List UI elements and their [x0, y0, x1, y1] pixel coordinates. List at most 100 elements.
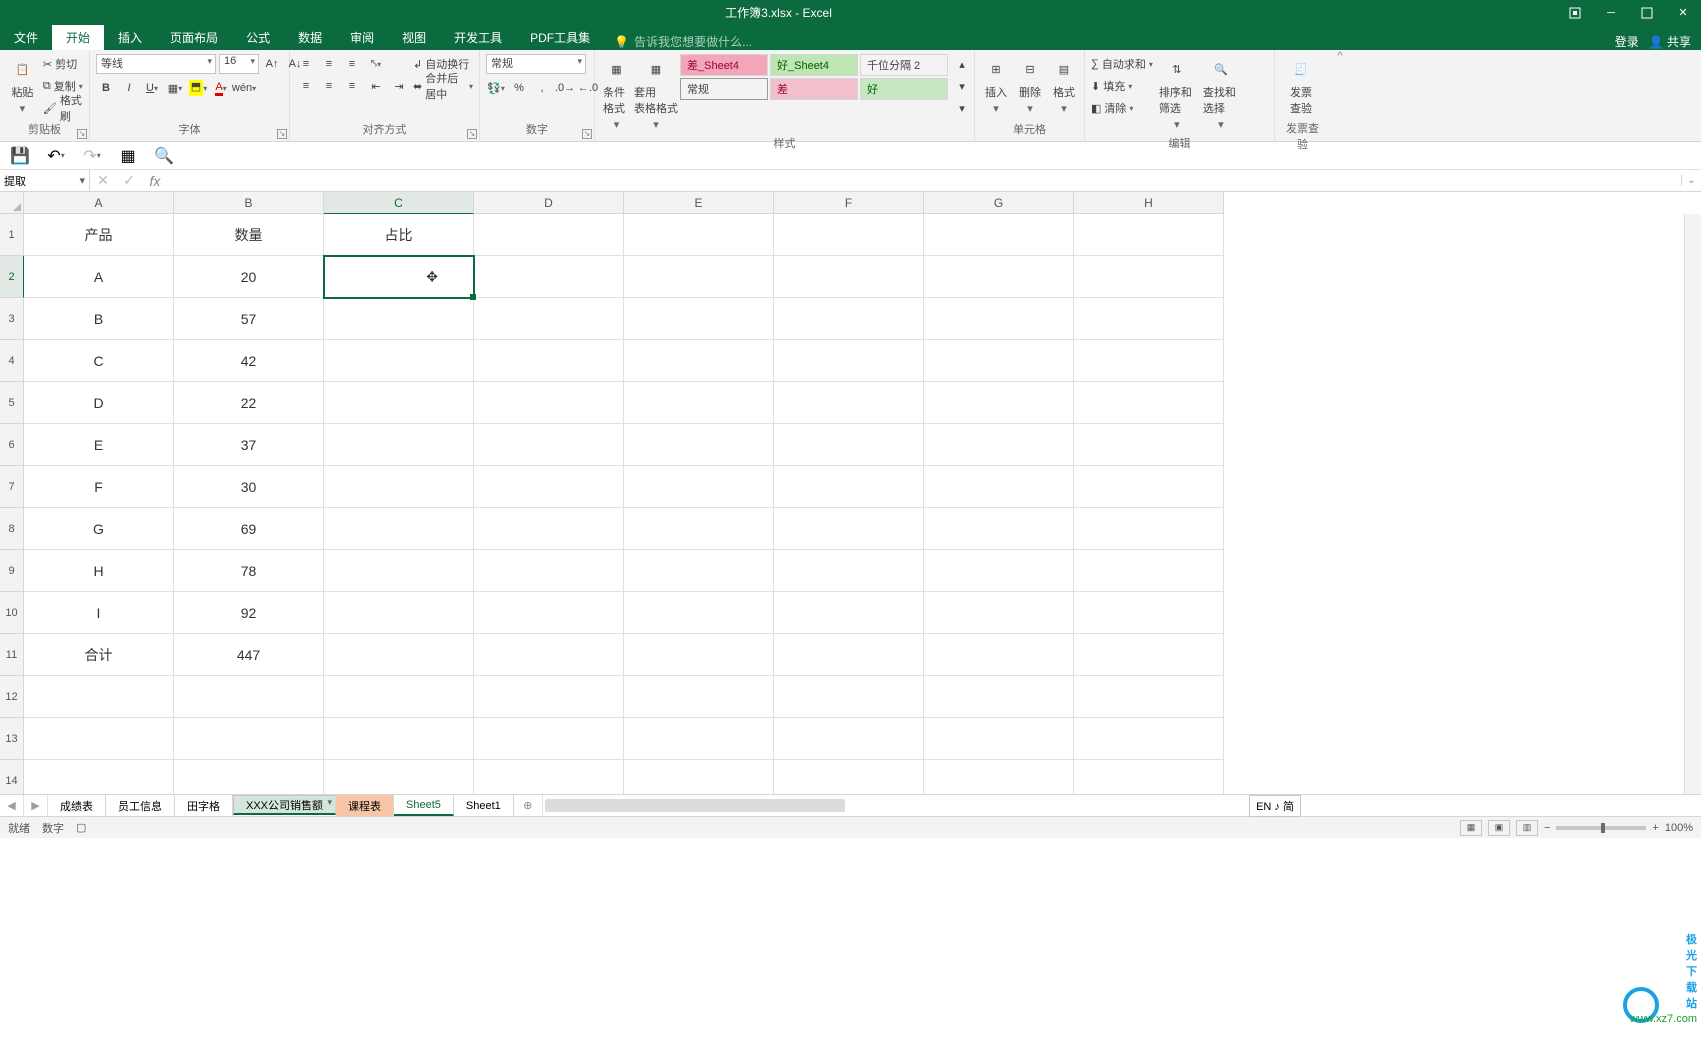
chevron-down-icon[interactable]: ▾ [79, 174, 85, 187]
cell[interactable]: 57 [174, 298, 324, 340]
tab-devtools[interactable]: 开发工具 [440, 25, 516, 50]
cell[interactable] [1074, 256, 1224, 298]
cell[interactable] [924, 256, 1074, 298]
row-header[interactable]: 13 [0, 718, 24, 760]
autosum-button[interactable]: ∑自动求和▾ [1091, 54, 1153, 74]
gallery-up-icon[interactable]: ▴ [952, 54, 972, 74]
name-box[interactable]: 提取▾ [0, 170, 90, 192]
column-header[interactable]: B [174, 192, 324, 214]
align-left-icon[interactable]: ≡ [296, 76, 316, 96]
invoice-check-button[interactable]: 🧾发票 查验 [1281, 54, 1321, 118]
cell[interactable] [324, 340, 474, 382]
sheet-tab[interactable]: 课程表 [336, 795, 394, 816]
cell[interactable] [624, 256, 774, 298]
cell[interactable] [624, 298, 774, 340]
increase-font-icon[interactable]: A↑ [262, 54, 282, 74]
cell[interactable] [624, 550, 774, 592]
cell[interactable] [1074, 340, 1224, 382]
zoom-level[interactable]: 100% [1665, 822, 1693, 834]
cell[interactable] [774, 466, 924, 508]
cell[interactable] [324, 592, 474, 634]
save-button[interactable]: 💾 [10, 146, 30, 166]
number-format-select[interactable]: 常规 [486, 54, 586, 74]
cell[interactable] [624, 634, 774, 676]
sheet-nav-next[interactable]: ▶ [24, 795, 48, 816]
horizontal-scrollbar[interactable]: EN ♪ 简 [542, 795, 1701, 816]
cell[interactable] [624, 592, 774, 634]
increase-indent-icon[interactable]: ⇥ [389, 76, 409, 96]
tab-data[interactable]: 数据 [284, 25, 336, 50]
sheet-tab[interactable]: XXX公司销售额 [233, 795, 336, 815]
cell[interactable] [324, 634, 474, 676]
cell[interactable] [774, 214, 924, 256]
cell[interactable] [774, 718, 924, 760]
align-center-icon[interactable]: ≡ [319, 76, 339, 96]
cell[interactable] [174, 676, 324, 718]
style-cell[interactable]: 千位分隔 2 [860, 54, 948, 76]
sheet-tab[interactable]: 成绩表 [48, 795, 106, 816]
spreadsheet-grid[interactable]: ABCDEFGH1产品数量占比2A20✥3B574C425D226E377F30… [0, 192, 1701, 794]
cell[interactable] [474, 382, 624, 424]
sheet-tab[interactable]: Sheet5 [394, 795, 454, 816]
column-header[interactable]: D [474, 192, 624, 214]
cut-button[interactable]: ✂剪切 [43, 54, 83, 74]
row-header[interactable]: 7 [0, 466, 24, 508]
cell[interactable] [324, 676, 474, 718]
expand-formula-icon[interactable]: ⌄ [1681, 175, 1701, 186]
redo-button[interactable]: ↷▾ [82, 146, 102, 166]
cell[interactable] [774, 382, 924, 424]
dialog-launcher-icon[interactable]: ↘ [77, 129, 87, 139]
align-bottom-icon[interactable]: ≡ [342, 54, 362, 74]
column-header[interactable]: E [624, 192, 774, 214]
select-all-corner[interactable] [0, 192, 24, 214]
cell[interactable]: G [24, 508, 174, 550]
border-button[interactable]: ▦▾ [165, 78, 185, 98]
row-header[interactable]: 1 [0, 214, 24, 256]
column-header[interactable]: G [924, 192, 1074, 214]
cell[interactable] [1074, 634, 1224, 676]
cell[interactable] [474, 508, 624, 550]
table-format-button[interactable]: ▦套用 表格格式▾ [636, 54, 676, 133]
row-header[interactable]: 6 [0, 424, 24, 466]
tab-pdf[interactable]: PDF工具集 [516, 25, 604, 50]
tab-layout[interactable]: 页面布局 [156, 25, 232, 50]
cell[interactable]: 69 [174, 508, 324, 550]
fill-color-button[interactable]: ⬒▾ [188, 78, 208, 98]
style-cell[interactable]: 差_Sheet4 [680, 54, 768, 76]
cell[interactable] [174, 718, 324, 760]
cell[interactable] [174, 760, 324, 794]
cell[interactable] [774, 298, 924, 340]
comma-format-icon[interactable]: , [532, 78, 552, 98]
row-header[interactable]: 8 [0, 508, 24, 550]
sheet-nav-prev[interactable]: ◀ [0, 795, 24, 816]
cell[interactable] [924, 760, 1074, 794]
gallery-down-icon[interactable]: ▾ [952, 76, 972, 96]
insert-cells-button[interactable]: ⊞插入▾ [981, 54, 1011, 117]
cell[interactable] [474, 298, 624, 340]
merge-center-button[interactable]: ⬌合并后居中▾ [413, 76, 473, 96]
qat-button[interactable]: ▦ [118, 146, 138, 166]
cell[interactable] [324, 466, 474, 508]
cell[interactable] [1074, 550, 1224, 592]
ime-indicator[interactable]: EN ♪ 简 [1249, 795, 1301, 817]
style-cell[interactable]: 常规 [680, 78, 768, 100]
percent-format-icon[interactable]: % [509, 78, 529, 98]
cell[interactable] [474, 550, 624, 592]
column-header[interactable]: A [24, 192, 174, 214]
cell[interactable] [924, 550, 1074, 592]
ribbon-options-icon[interactable] [1557, 0, 1593, 25]
cell[interactable]: 92 [174, 592, 324, 634]
dialog-launcher-icon[interactable]: ↘ [467, 129, 477, 139]
column-header[interactable]: H [1074, 192, 1224, 214]
dialog-launcher-icon[interactable]: ↘ [277, 129, 287, 139]
row-header[interactable]: 5 [0, 382, 24, 424]
undo-button[interactable]: ↶▾ [46, 146, 66, 166]
zoom-in-icon[interactable]: + [1652, 822, 1658, 834]
cell[interactable] [774, 508, 924, 550]
cell[interactable] [774, 592, 924, 634]
cell[interactable] [24, 676, 174, 718]
cell[interactable]: 37 [174, 424, 324, 466]
cell[interactable] [474, 466, 624, 508]
cell[interactable] [774, 676, 924, 718]
cell[interactable] [324, 298, 474, 340]
